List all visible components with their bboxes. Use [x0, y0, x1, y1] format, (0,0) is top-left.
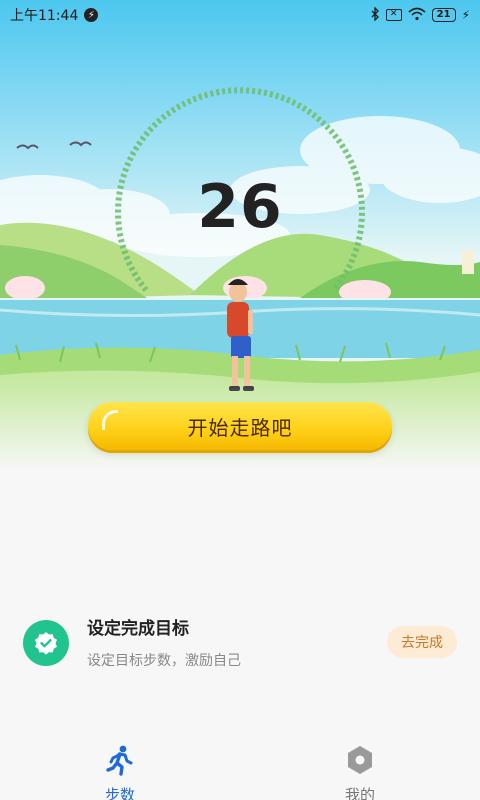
no-sim-icon: ✕ — [385, 9, 402, 21]
hero-scene: 26 — [0, 0, 480, 470]
step-count: 26 — [197, 172, 283, 242]
nav-tab-steps[interactable]: 步数 — [0, 738, 240, 800]
start-walking-button[interactable]: 开始走路吧 — [88, 402, 392, 450]
task-description: 设定目标步数，激励自己 — [87, 653, 241, 669]
charging-bolt-icon: ⚡ — [84, 8, 99, 22]
task-title: 设定完成目标 — [87, 619, 189, 639]
start-walking-label: 开始走路吧 — [187, 415, 293, 440]
walking-person-icon — [104, 744, 136, 780]
bluetooth-icon — [370, 5, 380, 24]
status-left: 上午11:44 ⚡ — [10, 5, 99, 25]
status-bar: 上午11:44 ⚡ ✕ 21 ⚡ — [0, 0, 480, 30]
wifi-icon — [408, 7, 426, 24]
goal-check-icon — [23, 620, 69, 666]
status-right: ✕ 21 ⚡ — [370, 5, 470, 24]
status-time: 上午11:44 — [10, 8, 79, 24]
nav-label-mine: 我的 — [344, 786, 375, 800]
battery-icon: 21 — [431, 8, 456, 22]
nav-label-steps: 步数 — [104, 786, 135, 800]
go-complete-button[interactable]: 去完成 — [387, 626, 457, 658]
nav-tab-mine[interactable]: 我的 — [240, 738, 480, 800]
bottom-nav: 步数 我的 — [0, 738, 480, 800]
button-shine-decoration — [102, 410, 118, 430]
battery-charging-icon: ⚡ — [461, 8, 470, 22]
goal-task-card: 设定完成目标 设定目标步数，激励自己 去完成 — [0, 600, 480, 690]
hexagon-profile-icon — [344, 744, 376, 780]
